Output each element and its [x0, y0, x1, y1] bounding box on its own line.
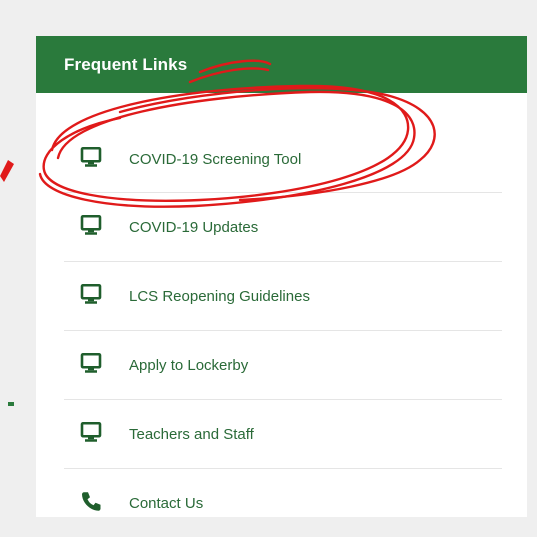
phone-icon: [82, 492, 101, 511]
link-label[interactable]: Teachers and Staff: [129, 426, 254, 443]
monitor-icon: [80, 146, 102, 167]
monitor-icon: [80, 352, 102, 373]
link-item-covid-screening-tool[interactable]: COVID-19 Screening Tool: [64, 126, 502, 193]
link-label[interactable]: COVID-19 Updates: [129, 219, 258, 236]
link-label[interactable]: COVID-19 Screening Tool: [129, 151, 301, 168]
link-item-covid-updates[interactable]: COVID-19 Updates: [64, 193, 502, 262]
link-label[interactable]: Contact Us: [129, 495, 203, 512]
monitor-icon: [80, 283, 102, 304]
links-list: COVID-19 Screening Tool COVID-19 Updates…: [64, 126, 502, 537]
panel-header: Frequent Links: [36, 36, 527, 93]
frequent-links-panel: Frequent Links COVID-19 Screening Tool C…: [36, 36, 527, 517]
link-label[interactable]: Apply to Lockerby: [129, 357, 248, 374]
link-item-apply[interactable]: Apply to Lockerby: [64, 331, 502, 400]
panel-title: Frequent Links: [64, 54, 188, 74]
link-item-reopening-guidelines[interactable]: LCS Reopening Guidelines: [64, 262, 502, 331]
link-item-teachers-staff[interactable]: Teachers and Staff: [64, 400, 502, 469]
link-label[interactable]: LCS Reopening Guidelines: [129, 288, 310, 305]
page-edge-mark: [8, 402, 14, 406]
link-item-contact-us[interactable]: Contact Us: [64, 469, 502, 537]
monitor-icon: [80, 214, 102, 235]
monitor-icon: [80, 421, 102, 442]
